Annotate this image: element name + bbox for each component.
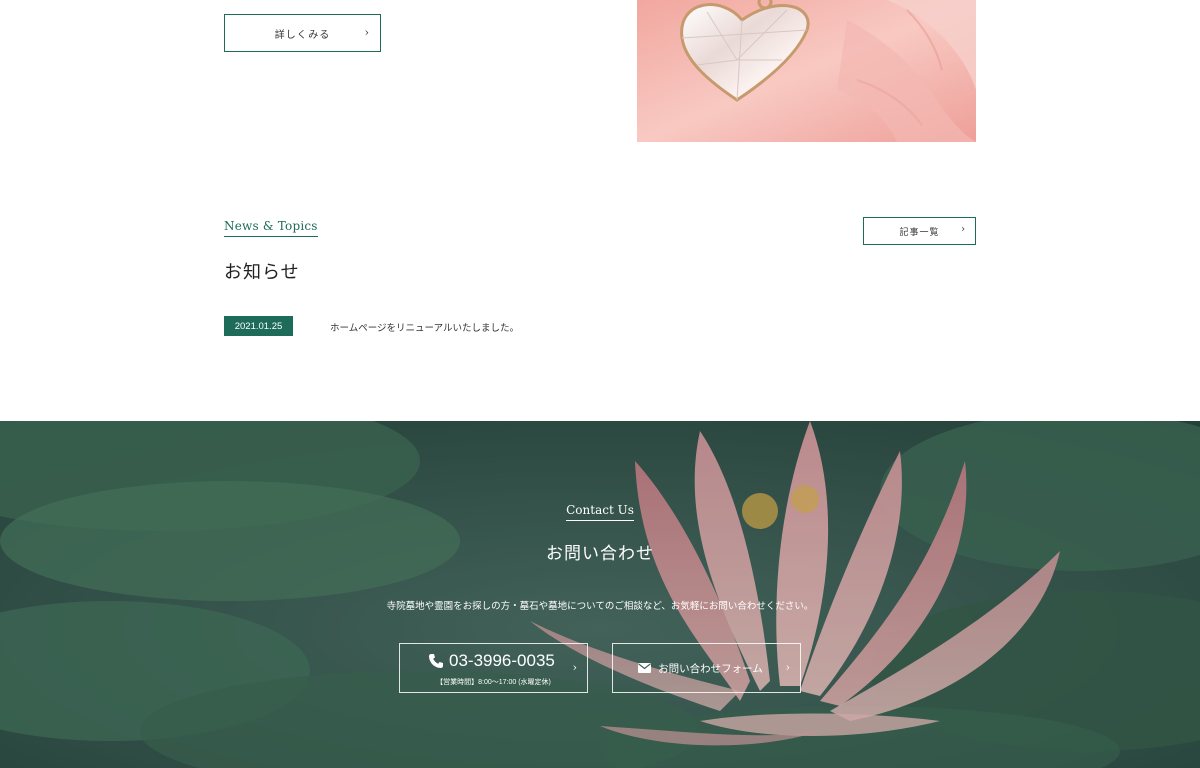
envelope-icon [638,663,652,673]
more-button-label: 詳しくみる [274,29,331,41]
heart-pendant-photo [637,0,976,142]
news-list-item[interactable]: 2021.01.25 ホームページをリニューアルいたしました。 [224,316,976,336]
news-eyebrow: News & Topics [224,219,318,237]
contact-form-button[interactable]: お問い合わせフォーム › [612,643,801,693]
contact-eyebrow: Contact Us [566,503,634,521]
news-item-link[interactable]: ホームページをリニューアルいたしました。 [330,320,519,334]
all-articles-button[interactable]: 記事一覧 › [863,217,976,245]
chevron-right-icon: › [961,224,966,235]
contact-description: 寺院墓地や霊園をお探しの方・墓石や墓地についてのご相談など、お気軽にお問い合わせ… [386,601,814,612]
chevron-right-icon: › [572,661,577,674]
heart-pendant-image [637,0,976,142]
phone-number: 03-3996-0035 [449,651,555,670]
business-hours: 【営業時間】8:00～17:00 (水曜定休) [436,679,551,686]
chevron-right-icon: › [364,26,370,39]
phone-icon [429,654,443,668]
contact-title: お問い合わせ [546,544,654,564]
news-title: お知らせ [224,262,300,283]
chevron-right-icon: › [785,661,790,674]
lotus-photo [0,421,1200,768]
more-button[interactable]: 詳しくみる › [224,14,381,52]
contact-form-label: お問い合わせフォーム [658,662,763,675]
news-date-badge: 2021.01.25 [224,316,293,336]
contact-section: Contact Us お問い合わせ 寺院墓地や霊園をお探しの方・墓石や墓地につい… [0,421,1200,768]
all-articles-label: 記事一覧 [899,227,940,238]
phone-button[interactable]: 03-3996-0035 【営業時間】8:00～17:00 (水曜定休) › [399,643,588,693]
